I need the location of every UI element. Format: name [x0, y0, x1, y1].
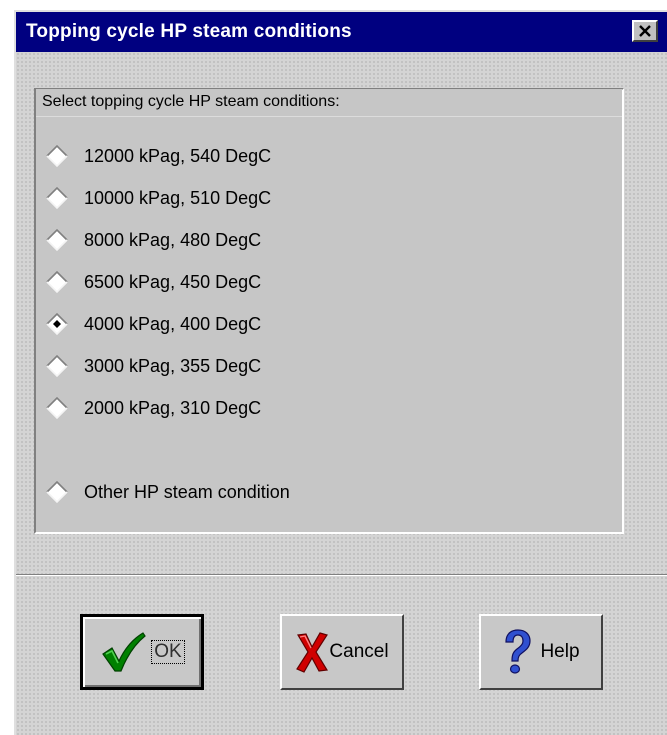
checkmark-icon: [102, 632, 147, 672]
radio-label: 10000 kPag, 510 DegC: [84, 187, 272, 208]
radio-label: 4000 kPag, 400 DegC: [84, 313, 262, 334]
radio-diamond-icon[interactable]: [46, 481, 68, 503]
radio-label: Other HP steam condition: [84, 481, 290, 502]
radio-label: 12000 kPag, 540 DegC: [84, 145, 272, 166]
question-mark-icon: [505, 629, 532, 674]
radio-option-12000[interactable]: 12000 kPag, 540 DegC: [46, 140, 446, 172]
help-button[interactable]: Help: [479, 614, 603, 690]
group-label: Select topping cycle HP steam conditions…: [36, 89, 622, 117]
radio-diamond-icon[interactable]: [46, 397, 68, 419]
radio-label: 3000 kPag, 355 DegC: [84, 355, 262, 376]
radio-option-6500[interactable]: 6500 kPag, 450 DegC: [46, 266, 446, 298]
radio-option-4000-selected[interactable]: 4000 kPag, 400 DegC: [46, 308, 446, 340]
cancel-button[interactable]: Cancel: [280, 614, 404, 690]
radio-diamond-icon[interactable]: [46, 229, 68, 251]
help-label: Help: [540, 641, 580, 662]
red-x-icon: [296, 632, 329, 673]
radio-diamond-selected-icon[interactable]: [46, 313, 68, 335]
close-button[interactable]: [632, 20, 658, 42]
radio-diamond-icon[interactable]: [46, 271, 68, 293]
radio-option-8000[interactable]: 8000 kPag, 480 DegC: [46, 224, 446, 256]
radio-label: 2000 kPag, 310 DegC: [84, 397, 262, 418]
ok-button[interactable]: OK: [80, 614, 204, 690]
radio-option-10000[interactable]: 10000 kPag, 510 DegC: [46, 182, 446, 214]
title-bar[interactable]: Topping cycle HP steam conditions: [16, 12, 667, 52]
radio-label: 6500 kPag, 450 DegC: [84, 271, 262, 292]
radio-label: 8000 kPag, 480 DegC: [84, 229, 262, 250]
close-x-icon: [639, 25, 651, 37]
window-title: Topping cycle HP steam conditions: [26, 21, 352, 42]
radio-diamond-icon[interactable]: [46, 187, 68, 209]
group-label-divider: [36, 116, 622, 117]
dialog-window: Topping cycle HP steam conditions Select…: [14, 10, 667, 735]
radio-option-3000[interactable]: 3000 kPag, 355 DegC: [46, 350, 446, 382]
radio-option-other[interactable]: Other HP steam condition: [46, 476, 446, 508]
radio-diamond-icon[interactable]: [46, 145, 68, 167]
radio-diamond-icon[interactable]: [46, 355, 68, 377]
separator-line-highlight: [16, 575, 667, 576]
cancel-label: Cancel: [329, 641, 389, 662]
ok-label: OK: [151, 640, 185, 664]
radio-option-2000[interactable]: 2000 kPag, 310 DegC: [46, 392, 446, 424]
